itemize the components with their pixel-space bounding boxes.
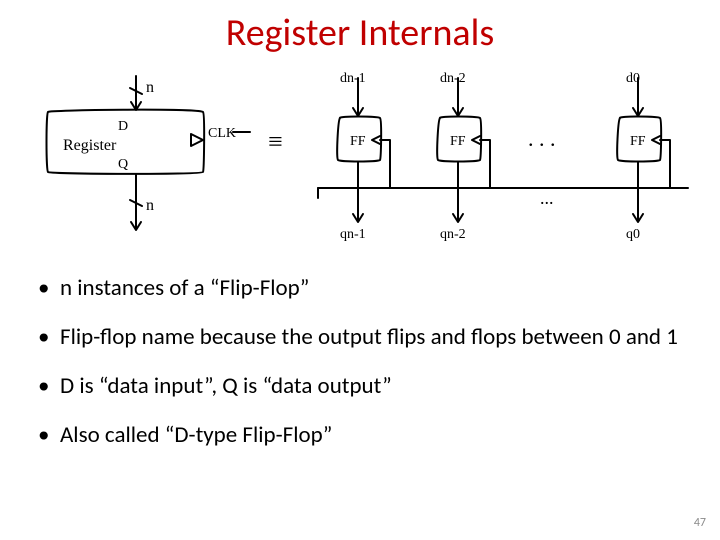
port-d: D xyxy=(118,119,128,134)
clk-label: CLK xyxy=(208,126,236,141)
bullet-item: n instances of a “Flip-Flop” xyxy=(38,275,682,302)
ff-label-2: FF xyxy=(630,134,646,149)
ff-label-1: FF xyxy=(450,134,466,149)
equiv-sign: ≡ xyxy=(268,127,283,156)
ellipsis-top: . . . xyxy=(528,126,556,151)
bullet-item: D is “data input”, Q is “data output” xyxy=(38,373,682,400)
ellipsis-bottom: ... xyxy=(540,188,554,208)
ff-out-1: qn-2 xyxy=(440,227,466,242)
bus-width-bottom: n xyxy=(146,197,154,214)
ff-in-1: dn-2 xyxy=(440,71,466,86)
bullet-list: n instances of a “Flip-Flop” Flip-flop n… xyxy=(38,275,682,472)
bullet-item: Flip-flop name because the output flips … xyxy=(38,324,682,351)
ff-in-2: d0 xyxy=(626,71,640,86)
ff-out-0: qn-1 xyxy=(340,227,366,242)
page-number: 47 xyxy=(694,516,706,530)
port-q: Q xyxy=(118,157,128,172)
bullet-item: Also called “D-type Flip-Flop” xyxy=(38,422,682,449)
ff-label-0: FF xyxy=(350,134,366,149)
bus-width-top: n xyxy=(146,79,154,96)
register-label: Register xyxy=(63,137,117,154)
register-internals-diagram: n D Register Q CLK n ≡ dn- xyxy=(18,70,702,260)
ff-in-0: dn-1 xyxy=(340,71,366,86)
ff-out-2: q0 xyxy=(626,227,640,242)
slide-title: Register Internals xyxy=(0,10,720,56)
